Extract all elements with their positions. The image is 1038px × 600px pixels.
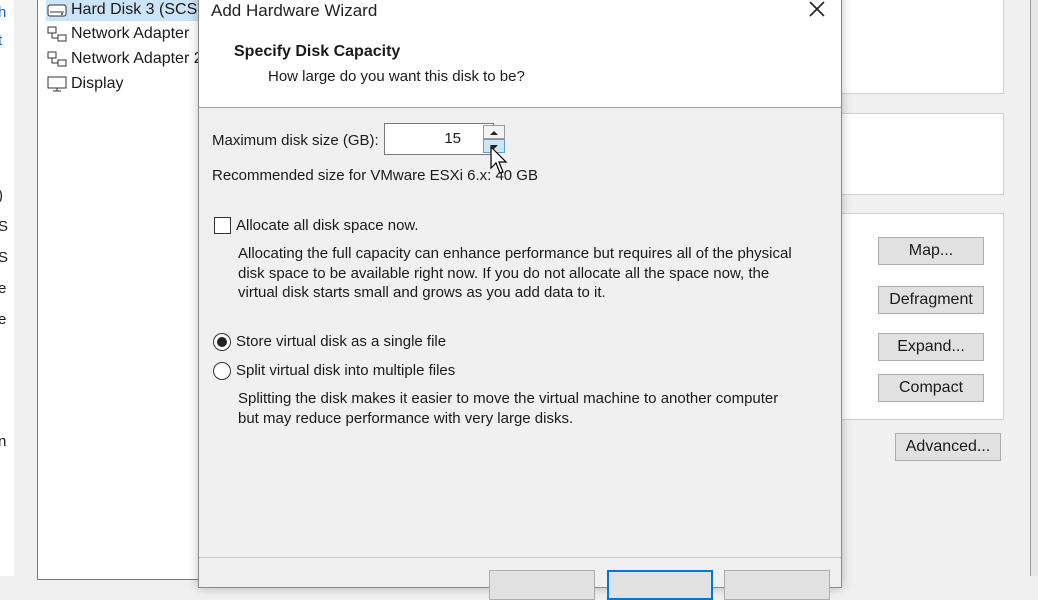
arrow-up-icon: [490, 131, 498, 135]
description-line: Splitting the disk makes it easier to mo…: [238, 390, 779, 407]
max-disk-size-input[interactable]: 15: [384, 123, 494, 155]
tree-item-label: Display: [71, 75, 124, 92]
spin-up-button[interactable]: [483, 125, 505, 139]
network-adapter-icon: [46, 25, 68, 43]
max-disk-size-label: Maximum disk size (GB):: [212, 132, 379, 149]
tree-item-label: Hard Disk 3 (SCSI): [71, 1, 208, 18]
wizard-step-title: Specify Disk Capacity: [234, 43, 401, 60]
max-disk-size-value: 15: [444, 130, 461, 147]
tree-item-network-adapter[interactable]: Network Adapter: [46, 23, 189, 45]
close-icon[interactable]: [805, 0, 829, 21]
compact-button[interactable]: Compact: [878, 374, 984, 402]
window-edge: [1030, 0, 1038, 576]
allocate-all-label[interactable]: Allocate all disk space now.: [236, 217, 419, 234]
split-description: Splitting the disk makes it easier to mo…: [238, 389, 838, 428]
edge-fragment: n: [0, 433, 7, 450]
info-panel: [820, 113, 1004, 195]
edge-fragment: S: [0, 218, 9, 235]
hardware-tree: Hard Disk 3 (SCSI) Network Adapter Netwo…: [37, 0, 226, 580]
footer-divider: [199, 557, 841, 558]
map-button[interactable]: Map...: [878, 237, 984, 265]
display-icon: [46, 75, 68, 93]
edge-fragment: e: [0, 280, 7, 297]
tree-item-label: Network Adapter 2: [71, 50, 203, 67]
wizard-step-subtitle: How large do you want this disk to be?: [268, 68, 525, 85]
defragment-button[interactable]: Defragment: [878, 286, 984, 314]
description-line: Allocating the full capacity can enhance…: [238, 245, 792, 262]
expand-button[interactable]: Expand...: [878, 333, 984, 361]
network-adapter-icon: [46, 50, 68, 68]
back-button[interactable]: [489, 570, 595, 600]
advanced-button[interactable]: Advanced...: [895, 433, 1001, 461]
tree-item-display[interactable]: Display: [46, 73, 123, 95]
multiple-files-radio[interactable]: [213, 362, 231, 380]
tree-item-network-adapter-2[interactable]: Network Adapter 2: [46, 48, 203, 70]
single-file-radio[interactable]: [213, 333, 231, 351]
next-button[interactable]: [607, 570, 713, 600]
tree-item-label: Network Adapter: [71, 25, 190, 42]
description-line: virtual disk starts small and grows as y…: [238, 284, 606, 301]
description-line: disk space to be available right now. If…: [238, 264, 770, 282]
single-file-label[interactable]: Store virtual disk as a single file: [236, 333, 446, 350]
mouse-cursor-icon: [490, 145, 512, 176]
edge-fragment: S: [0, 249, 9, 266]
wizard-header: Specify Disk Capacity How large do you w…: [199, 31, 841, 108]
info-panel: [820, 0, 1004, 94]
allocate-description: Allocating the full capacity can enhance…: [238, 244, 838, 303]
edge-fragment: t: [0, 32, 3, 49]
allocate-all-checkbox[interactable]: [214, 217, 231, 234]
dialog-titlebar: Add Hardware Wizard: [199, 0, 841, 31]
multiple-files-label[interactable]: Split virtual disk into multiple files: [236, 362, 455, 379]
left-edge-strip: h t ) S S e e n: [0, 0, 14, 576]
description-line: but may reduce performance with very lar…: [238, 409, 574, 427]
add-hardware-wizard-dialog: Add Hardware Wizard Specify Disk Capacit…: [198, 0, 842, 600]
hard-disk-icon: [46, 1, 68, 19]
radio-selected-dot: [217, 337, 227, 347]
edge-fragment: h: [0, 4, 7, 21]
edge-fragment: e: [0, 311, 7, 328]
edge-fragment: ): [0, 187, 3, 204]
dialog-title: Add Hardware Wizard: [211, 1, 378, 20]
cancel-button[interactable]: [724, 570, 830, 600]
